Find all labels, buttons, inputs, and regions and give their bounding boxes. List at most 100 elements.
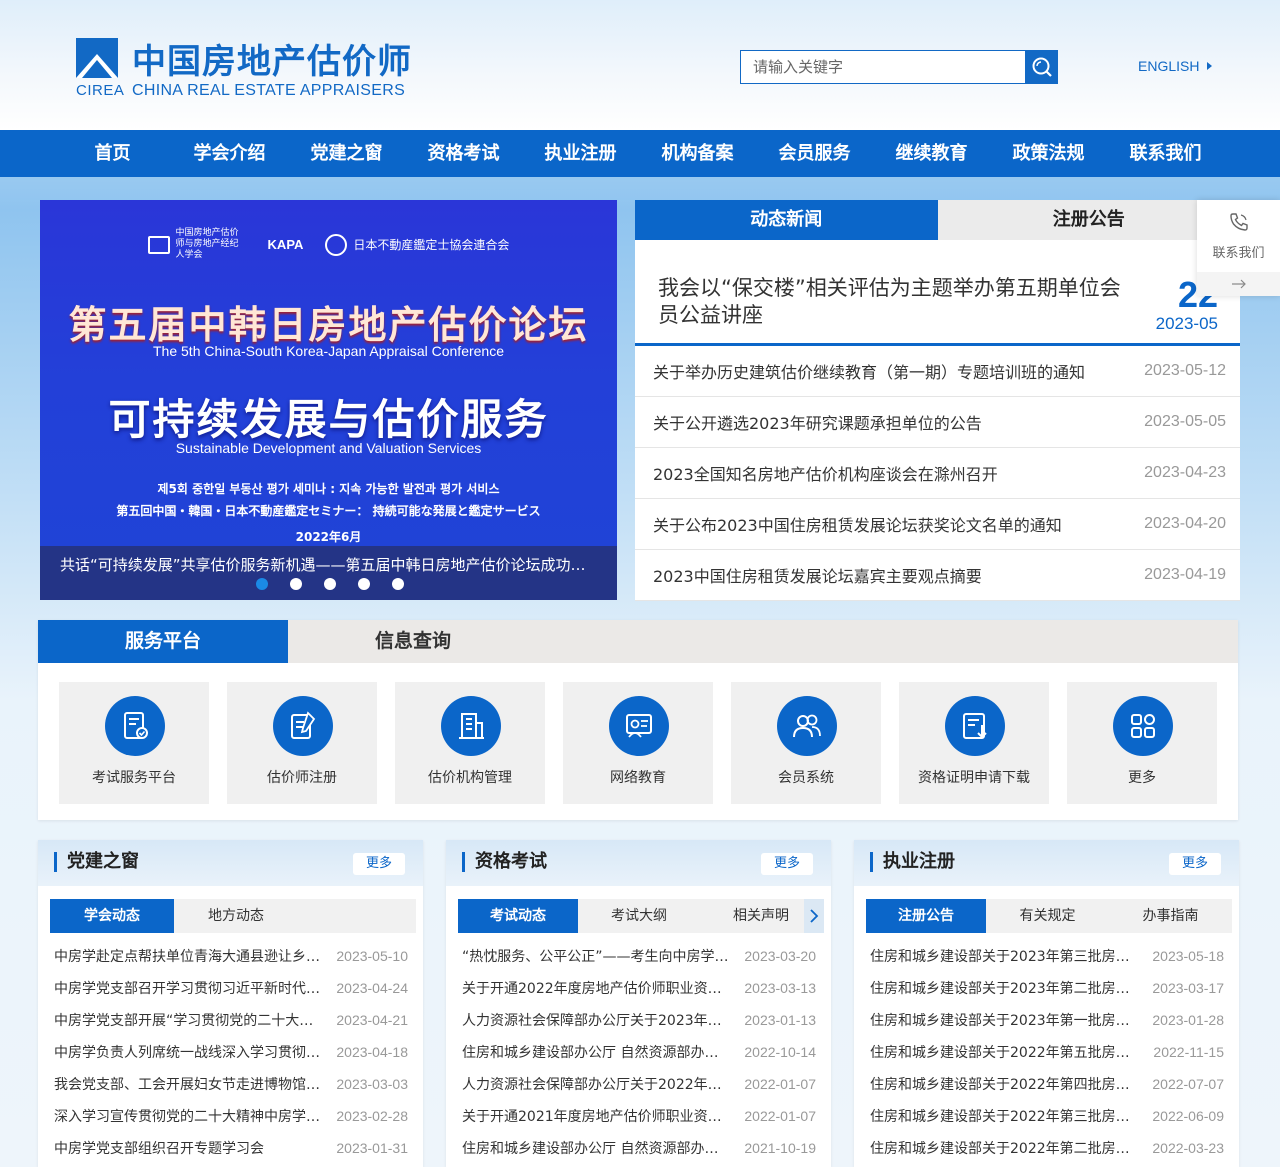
- service-exam-platform[interactable]: 考试服务平台: [59, 682, 209, 804]
- list-item-title: 中房学党支部召开学习贯彻习近平新时代中国特色社会主义思想: [54, 981, 324, 997]
- partner-jarea: 日本不動産鑑定士協会連合会: [325, 233, 510, 256]
- featured-news[interactable]: 我会以“保交楼”相关评估为主题举办第五期单位会员公益讲座 22 2023-05: [635, 240, 1240, 346]
- service-certificate-download[interactable]: 资格证明申请下载: [899, 682, 1049, 804]
- register-doc-icon: [273, 696, 333, 756]
- contact-label: 联系我们: [1212, 246, 1265, 261]
- tab-exam-syllabus[interactable]: 考试大纲: [578, 899, 700, 933]
- more-button[interactable]: 更多: [1169, 853, 1221, 875]
- floating-contact-widget[interactable]: 联系我们: [1197, 200, 1280, 296]
- service-tabs: 服务平台 信息查询: [38, 620, 1238, 663]
- banner-carousel[interactable]: 中国房地产估价师与房地产经纪人学会 KAPA 日本不動産鑑定士協会連合会 第五届…: [40, 200, 617, 600]
- list-item[interactable]: 中房学党支部召开学习贯彻习近平新时代中国特色社会主义思想 2023-04-24: [54, 972, 408, 1004]
- news-item[interactable]: 2023全国知名房地产估价机构座谈会在滁州召开 2023-04-23: [635, 448, 1240, 499]
- more-button[interactable]: 更多: [761, 853, 813, 875]
- list-item[interactable]: 关于开通2022年度房地产估价师职业资格证书查询的通知 2023-03-13: [462, 972, 816, 1004]
- service-online-education[interactable]: 网络教育: [563, 682, 713, 804]
- list-item-title: 关于开通2022年度房地产估价师职业资格证书查询的通知: [462, 981, 732, 997]
- search-input[interactable]: [740, 50, 1025, 84]
- nav-item-about[interactable]: 学会介绍: [171, 130, 288, 177]
- carousel-dot[interactable]: [392, 578, 404, 590]
- tab-exam-news[interactable]: 考试动态: [458, 899, 578, 933]
- panel-title: 资格考试: [462, 852, 547, 872]
- logo-mark-icon: [76, 38, 118, 78]
- list-item[interactable]: 住房和城乡建设部办公厅 自然资源部办公厅关于 2022-10-14: [462, 1036, 816, 1068]
- site-logo[interactable]: CIREA 中国房地产估价师 CHINA REAL ESTATE APPRAIS…: [76, 38, 416, 99]
- service-more[interactable]: 更多: [1067, 682, 1217, 804]
- carousel-dot[interactable]: [324, 578, 336, 590]
- list-item-date: 2022-07-07: [1152, 1076, 1224, 1092]
- featured-news-year-month: 2023-05: [1155, 314, 1218, 333]
- list-item-title: 关于开通2021年度房地产估价师职业资格证书查询的通知: [462, 1109, 732, 1125]
- service-institution-management[interactable]: 估价机构管理: [395, 682, 545, 804]
- more-button[interactable]: 更多: [353, 853, 405, 875]
- list-item[interactable]: 深入学习宣传贯彻党的二十大精神中房学党支部 2023-02-28: [54, 1100, 408, 1132]
- service-member-system[interactable]: 会员系统: [731, 682, 881, 804]
- nav-item-institution[interactable]: 机构备案: [639, 130, 756, 177]
- chevron-right-icon: [810, 909, 819, 923]
- online-edu-icon: [609, 696, 669, 756]
- banner-caption[interactable]: 共话“可持续发展”共享估价服务新机遇——第五届中韩日房地产估价论坛成功举办: [60, 554, 600, 575]
- list-item-date: 2023-01-31: [336, 1140, 408, 1156]
- news-item[interactable]: 关于公开遴选2023年研究课题承担单位的公告 2023-05-05: [635, 397, 1240, 448]
- list-item[interactable]: 中房学党支部组织召开专题学习会 2023-01-31: [54, 1132, 408, 1164]
- tab-regulations[interactable]: 有关规定: [986, 899, 1109, 933]
- list-item[interactable]: “热忱服务、公平公正”——考生向中房学致谢 2023-03-20: [462, 940, 816, 972]
- nav-item-registration[interactable]: 执业注册: [522, 130, 639, 177]
- tab-local-news[interactable]: 地方动态: [174, 899, 298, 933]
- list-item[interactable]: 住房和城乡建设部关于2023年第二批房地产估价师注册的公告 2023-03-17: [870, 972, 1224, 1004]
- news-item-title: 关于举办历史建筑估价继续教育（第一期）专题培训班的通知: [653, 363, 1086, 382]
- list-item[interactable]: 关于开通2021年度房地产估价师职业资格证书查询的通知 2022-01-07: [462, 1100, 816, 1132]
- list-item[interactable]: 中房学赴定点帮扶单位青海大通县逊让乡开展调研 2023-05-10: [54, 940, 408, 972]
- nav-item-contact[interactable]: 联系我们: [1107, 130, 1224, 177]
- list-item[interactable]: 人力资源社会保障部办公厅关于2023年度专业技术人员职业资格考试 2023-01-…: [462, 1004, 816, 1036]
- nav-item-education[interactable]: 继续教育: [873, 130, 990, 177]
- carousel-dot[interactable]: [290, 578, 302, 590]
- nav-item-exam[interactable]: 资格考试: [405, 130, 522, 177]
- list-item-title: 中房学负责人列席统一战线深入学习贯彻党的二十大精神: [54, 1045, 324, 1061]
- list-item-date: 2023-03-13: [744, 980, 816, 996]
- tab-dynamic-news[interactable]: 动态新闻: [635, 200, 938, 240]
- news-item[interactable]: 关于公布2023中国住房租赁发展论坛获奖论文名单的通知 2023-04-20: [635, 499, 1240, 550]
- list-item[interactable]: 住房和城乡建设部关于2022年第四批房地产估价师注册的公告 2022-07-07: [870, 1068, 1224, 1100]
- nav-item-party[interactable]: 党建之窗: [288, 130, 405, 177]
- list-item[interactable]: 住房和城乡建设部关于2022年第二批房地产估价师注册的公告 2022-03-23: [870, 1132, 1224, 1164]
- list-item[interactable]: 中房学党支部开展“学习贯彻党的二十大精神”主题党日活动 2023-04-21: [54, 1004, 408, 1036]
- arrow-right-icon: [1207, 62, 1213, 70]
- news-item-date: 2023-04-19: [1144, 566, 1226, 583]
- banner-date: 2022年6月: [295, 530, 362, 544]
- list-item[interactable]: 住房和城乡建设部关于2023年第一批房地产估价师注册的公告 2023-01-28: [870, 1004, 1224, 1036]
- tab-scroll-right-button[interactable]: [804, 899, 824, 933]
- carousel-dot[interactable]: [256, 578, 268, 590]
- list-item[interactable]: 住房和城乡建设部关于2022年第五批房地产估价师注册的公告 2022-11-15: [870, 1036, 1224, 1068]
- service-appraiser-register[interactable]: 估价师注册: [227, 682, 377, 804]
- nav-item-home[interactable]: 首页: [54, 130, 171, 177]
- list-item-date: 2022-03-23: [1152, 1140, 1224, 1156]
- tab-association-news[interactable]: 学会动态: [50, 899, 174, 933]
- list-item[interactable]: 住房和城乡建设部关于2023年第三批房地产估价师注册的公告 2023-05-18: [870, 940, 1224, 972]
- banner-subtitle-2: Sustainable Development and Valuation Se…: [175, 440, 482, 456]
- list-item[interactable]: 中房学负责人列席统一战线深入学习贯彻党的二十大精神 2023-04-18: [54, 1036, 408, 1068]
- search-button[interactable]: [1025, 50, 1058, 84]
- english-link[interactable]: ENGLISH: [1138, 58, 1213, 74]
- news-list: 关于举办历史建筑估价继续教育（第一期）专题培训班的通知 2023-05-12 关于…: [635, 346, 1240, 601]
- tab-guide[interactable]: 办事指南: [1109, 899, 1232, 933]
- news-item[interactable]: 2023中国住房租赁发展论坛嘉宾主要观点摘要 2023-04-19: [635, 550, 1240, 601]
- list-item[interactable]: 住房和城乡建设部关于2022年第三批房地产估价师注册的公告 2022-06-09: [870, 1100, 1224, 1132]
- tab-registration-notice[interactable]: 注册公告: [937, 200, 1240, 240]
- contact-expand-button[interactable]: [1197, 272, 1280, 296]
- list-item-date: 2023-01-28: [1152, 1012, 1224, 1028]
- tab-service-platform[interactable]: 服务平台: [38, 620, 288, 663]
- carousel-dot[interactable]: [358, 578, 370, 590]
- cirea-logo-icon: [147, 235, 170, 254]
- tab-info-query[interactable]: 信息查询: [288, 620, 538, 663]
- panel-tabs: 学会动态 地方动态: [50, 899, 416, 933]
- nav-item-member-service[interactable]: 会员服务: [756, 130, 873, 177]
- list-item[interactable]: 我会党支部、工会开展妇女节走进博物馆活动 2023-03-03: [54, 1068, 408, 1100]
- list-item[interactable]: 人力资源社会保障部办公厅关于2022年度专业技术人员职业资格考试 2022-01-…: [462, 1068, 816, 1100]
- news-item[interactable]: 关于举办历史建筑估价继续教育（第一期）专题培训班的通知 2023-05-12: [635, 346, 1240, 397]
- partner-jarea-label: 日本不動産鑑定士協会連合会: [353, 238, 510, 252]
- list-item-title: 住房和城乡建设部办公厅 自然资源部办公厅关于: [462, 1045, 732, 1061]
- list-item[interactable]: 住房和城乡建设部办公厅 自然资源部办公厅关于 2021-10-19: [462, 1132, 816, 1164]
- nav-item-policy[interactable]: 政策法规: [990, 130, 1107, 177]
- tab-registration-notice[interactable]: 注册公告: [866, 899, 986, 933]
